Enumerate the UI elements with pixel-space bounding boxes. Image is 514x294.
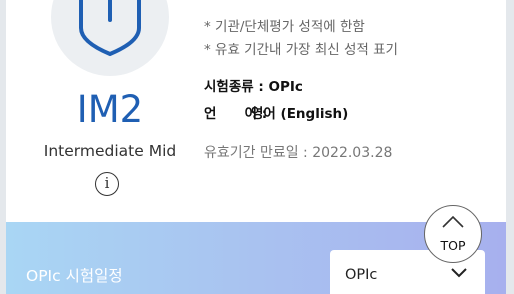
exam-type-row: 시험종류 : OPIc bbox=[204, 75, 303, 95]
chevron-up-icon bbox=[442, 216, 464, 228]
scroll-top-button[interactable]: TOP bbox=[424, 205, 482, 263]
language-value: 영어 (English) bbox=[251, 106, 349, 122]
expiry-date: 유효기간 만료일 : 2022.03.28 bbox=[204, 145, 393, 161]
shield-icon bbox=[79, 0, 141, 57]
schedule-title: OPIc 시험일정 bbox=[26, 267, 123, 285]
exam-type-value: OPIc bbox=[268, 79, 303, 95]
badge-circle bbox=[51, 0, 169, 76]
grade-value: IM2 bbox=[76, 88, 144, 131]
grade-name: Intermediate Mid bbox=[43, 142, 177, 160]
exam-type-label: 시험종류 : bbox=[204, 79, 269, 95]
language-row: 언 어 : 영어 (English) bbox=[204, 102, 348, 122]
score-card: IM2 Intermediate Mid i * 기관/단체평가 성적에 한함 … bbox=[6, 0, 506, 222]
note-1: * 기관/단체평가 성적에 한함 bbox=[204, 19, 365, 35]
exam-select-value: OPIc bbox=[345, 267, 378, 283]
scroll-top-label: TOP bbox=[440, 238, 466, 253]
note-2: * 유효 기간내 가장 최신 성적 표기 bbox=[204, 42, 398, 58]
info-icon[interactable]: i bbox=[95, 172, 119, 196]
right-gutter bbox=[506, 0, 514, 294]
language-label: 언 어 : bbox=[204, 106, 272, 122]
chevron-down-icon bbox=[451, 268, 467, 278]
